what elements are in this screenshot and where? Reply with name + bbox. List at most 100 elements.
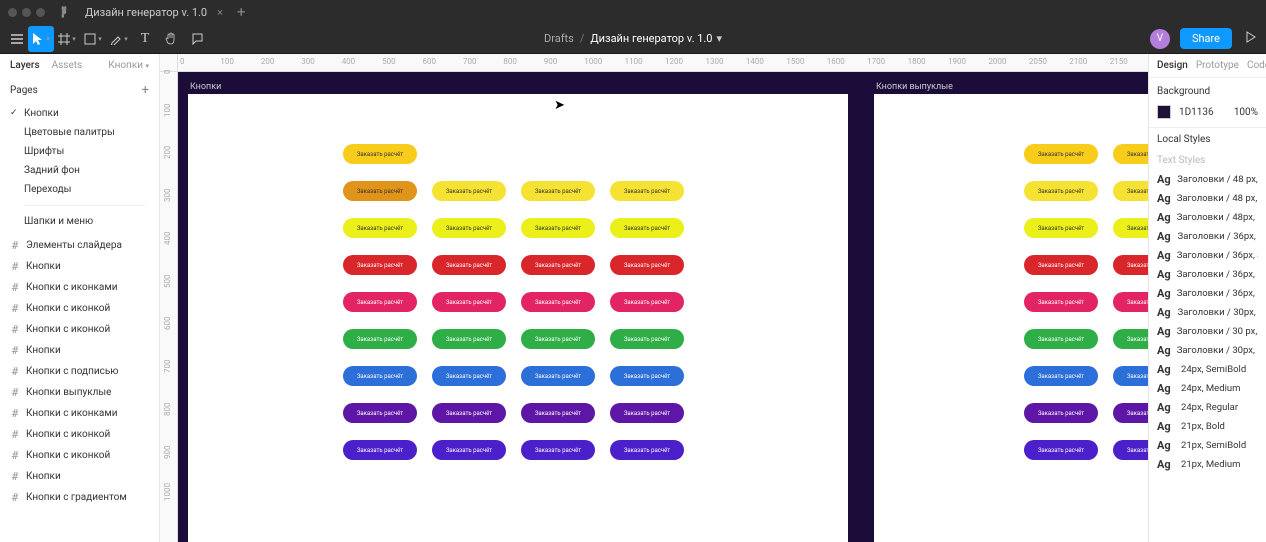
design-button[interactable]: Заказать расчёт: [432, 329, 506, 349]
present-button[interactable]: [1242, 31, 1260, 46]
shape-tool[interactable]: ▾: [80, 26, 106, 52]
design-button[interactable]: Заказать расчёт: [343, 181, 417, 201]
text-style-item[interactable]: AgЗаголовки / 48px, Medium: [1149, 208, 1266, 227]
design-button[interactable]: Заказать расчёт: [1024, 181, 1098, 201]
comment-tool[interactable]: [184, 26, 210, 52]
design-button[interactable]: Заказать расчёт: [1113, 181, 1148, 201]
close-icon[interactable]: [8, 8, 17, 17]
move-tool[interactable]: ▾: [28, 26, 54, 52]
design-button[interactable]: Заказать расчёт: [521, 218, 595, 238]
design-button[interactable]: Заказать расчёт: [432, 403, 506, 423]
tab-code[interactable]: Code: [1247, 60, 1266, 71]
frame-label[interactable]: Кнопки: [190, 82, 221, 92]
layer-frame-item[interactable]: #Кнопки с подписью: [0, 361, 159, 382]
design-button[interactable]: Заказать расчёт: [1024, 218, 1098, 238]
design-button[interactable]: Заказать расчёт: [343, 218, 417, 238]
design-button[interactable]: Заказать расчёт: [1024, 329, 1098, 349]
design-button[interactable]: Заказать расчёт: [521, 181, 595, 201]
maximize-icon[interactable]: [36, 8, 45, 17]
layer-frame-item[interactable]: #Кнопки с иконкой: [0, 445, 159, 466]
pen-tool[interactable]: ▾: [106, 26, 132, 52]
frame-tool[interactable]: ▾: [54, 26, 80, 52]
chevron-down-icon[interactable]: ▾: [716, 32, 722, 45]
page-item[interactable]: Переходы: [0, 180, 159, 199]
design-button[interactable]: Заказать расчёт: [432, 366, 506, 386]
layer-frame-item[interactable]: #Элементы слайдера: [0, 235, 159, 256]
design-button[interactable]: Заказать расчёт: [432, 440, 506, 460]
design-button[interactable]: Заказать расчёт: [610, 255, 684, 275]
design-button[interactable]: Заказать расчёт: [343, 366, 417, 386]
design-button[interactable]: Заказать расчёт: [1024, 292, 1098, 312]
text-style-item[interactable]: Ag24px, Regular: [1149, 398, 1266, 417]
text-style-item[interactable]: AgЗаголовки / 36px, Bold: [1149, 227, 1266, 246]
design-button[interactable]: Заказать расчёт: [521, 403, 595, 423]
background-hex-input[interactable]: 1D1136: [1179, 107, 1226, 118]
design-button[interactable]: Заказать расчёт: [610, 366, 684, 386]
new-tab-icon[interactable]: +: [237, 3, 246, 21]
page-item[interactable]: Шрифты: [0, 142, 159, 161]
design-button[interactable]: Заказать расчёт: [1113, 440, 1148, 460]
design-button[interactable]: Заказать расчёт: [521, 329, 595, 349]
hand-tool[interactable]: [158, 26, 184, 52]
layer-frame-item[interactable]: #Кнопки: [0, 466, 159, 487]
design-button[interactable]: Заказать расчёт: [1113, 292, 1148, 312]
text-style-item[interactable]: Ag24px, Medium: [1149, 379, 1266, 398]
text-style-item[interactable]: AgЗаголовки / 48 px, Bold: [1149, 170, 1266, 189]
layer-frame-item[interactable]: #Кнопки с иконкой: [0, 319, 159, 340]
design-button[interactable]: Заказать расчёт: [1113, 218, 1148, 238]
design-button[interactable]: Заказать расчёт: [343, 292, 417, 312]
tab-design[interactable]: Design: [1157, 60, 1188, 71]
canvas-area[interactable]: 0100200300400500600700800900100011001200…: [160, 54, 1148, 542]
design-button[interactable]: Заказать расчёт: [343, 144, 417, 164]
share-button[interactable]: Share: [1180, 28, 1232, 49]
background-opacity-input[interactable]: 100%: [1234, 107, 1258, 118]
layer-frame-item[interactable]: #Кнопки с иконкой: [0, 298, 159, 319]
page-item[interactable]: Задний фон: [0, 161, 159, 180]
layer-frame-item[interactable]: #Кнопки с иконками: [0, 277, 159, 298]
page-item[interactable]: Цветовые палитры: [0, 123, 159, 142]
text-tool[interactable]: T: [132, 26, 158, 52]
tab-assets[interactable]: Assets: [52, 60, 83, 71]
design-button[interactable]: Заказать расчёт: [521, 255, 595, 275]
text-style-item[interactable]: Ag21px, Bold: [1149, 417, 1266, 436]
design-button[interactable]: Заказать расчёт: [610, 329, 684, 349]
design-button[interactable]: Заказать расчёт: [432, 218, 506, 238]
text-style-item[interactable]: Ag21px, SemiBold: [1149, 436, 1266, 455]
breadcrumb-root[interactable]: Drafts: [544, 32, 574, 45]
design-button[interactable]: Заказать расчёт: [343, 329, 417, 349]
design-button[interactable]: Заказать расчёт: [1024, 403, 1098, 423]
text-style-item[interactable]: Ag24px, SemiBold: [1149, 360, 1266, 379]
text-style-item[interactable]: AgЗаголовки / 30 px, Semibold: [1149, 322, 1266, 341]
design-button[interactable]: Заказать расчёт: [521, 366, 595, 386]
text-style-item[interactable]: AgЗаголовки / 36px, Medium: [1149, 265, 1266, 284]
text-style-item[interactable]: AgЗаголовки / 36px, Regular: [1149, 284, 1266, 303]
layer-frame-item[interactable]: #Кнопки с градиентом: [0, 487, 159, 508]
layer-frame-item[interactable]: #Кнопки с иконками: [0, 403, 159, 424]
layer-frame-item[interactable]: #Кнопки с иконкой: [0, 424, 159, 445]
tab-prototype[interactable]: Prototype: [1196, 60, 1239, 71]
minimize-icon[interactable]: [22, 8, 31, 17]
menu-button[interactable]: [6, 26, 28, 52]
design-button[interactable]: Заказать расчёт: [1024, 255, 1098, 275]
design-button[interactable]: Заказать расчёт: [432, 292, 506, 312]
design-button[interactable]: Заказать расчёт: [1024, 144, 1098, 164]
design-button[interactable]: Заказать расчёт: [521, 292, 595, 312]
tab-close-icon[interactable]: ×: [217, 6, 223, 19]
text-style-item[interactable]: AgЗаголовки / 30px, Bold: [1149, 303, 1266, 322]
page-item[interactable]: Шапки и меню: [0, 212, 159, 231]
frame-buttons[interactable]: Заказать расчёт Заказать расчёт Заказать р…: [188, 94, 848, 542]
design-button[interactable]: Заказать расчёт: [1024, 366, 1098, 386]
design-button[interactable]: Заказать расчёт: [610, 181, 684, 201]
design-button[interactable]: Заказать расчёт: [610, 403, 684, 423]
layer-frame-item[interactable]: #Кнопки: [0, 340, 159, 361]
design-button[interactable]: Заказать расчёт: [610, 440, 684, 460]
frame-buttons-embossed[interactable]: Заказать расчёт Заказать расчёт Заказать р…: [874, 94, 1148, 542]
window-tab-title[interactable]: Дизайн генератор v. 1.0: [85, 6, 207, 19]
layer-frame-item[interactable]: #Кнопки: [0, 256, 159, 277]
design-button[interactable]: Заказать расчёт: [1113, 329, 1148, 349]
design-button[interactable]: Заказать расчёт: [1024, 440, 1098, 460]
design-button[interactable]: Заказать расчёт: [610, 292, 684, 312]
frame-label[interactable]: Кнопки выпуклые: [876, 82, 953, 92]
design-button[interactable]: Заказать расчёт: [1113, 255, 1148, 275]
design-button[interactable]: Заказать расчёт: [343, 440, 417, 460]
